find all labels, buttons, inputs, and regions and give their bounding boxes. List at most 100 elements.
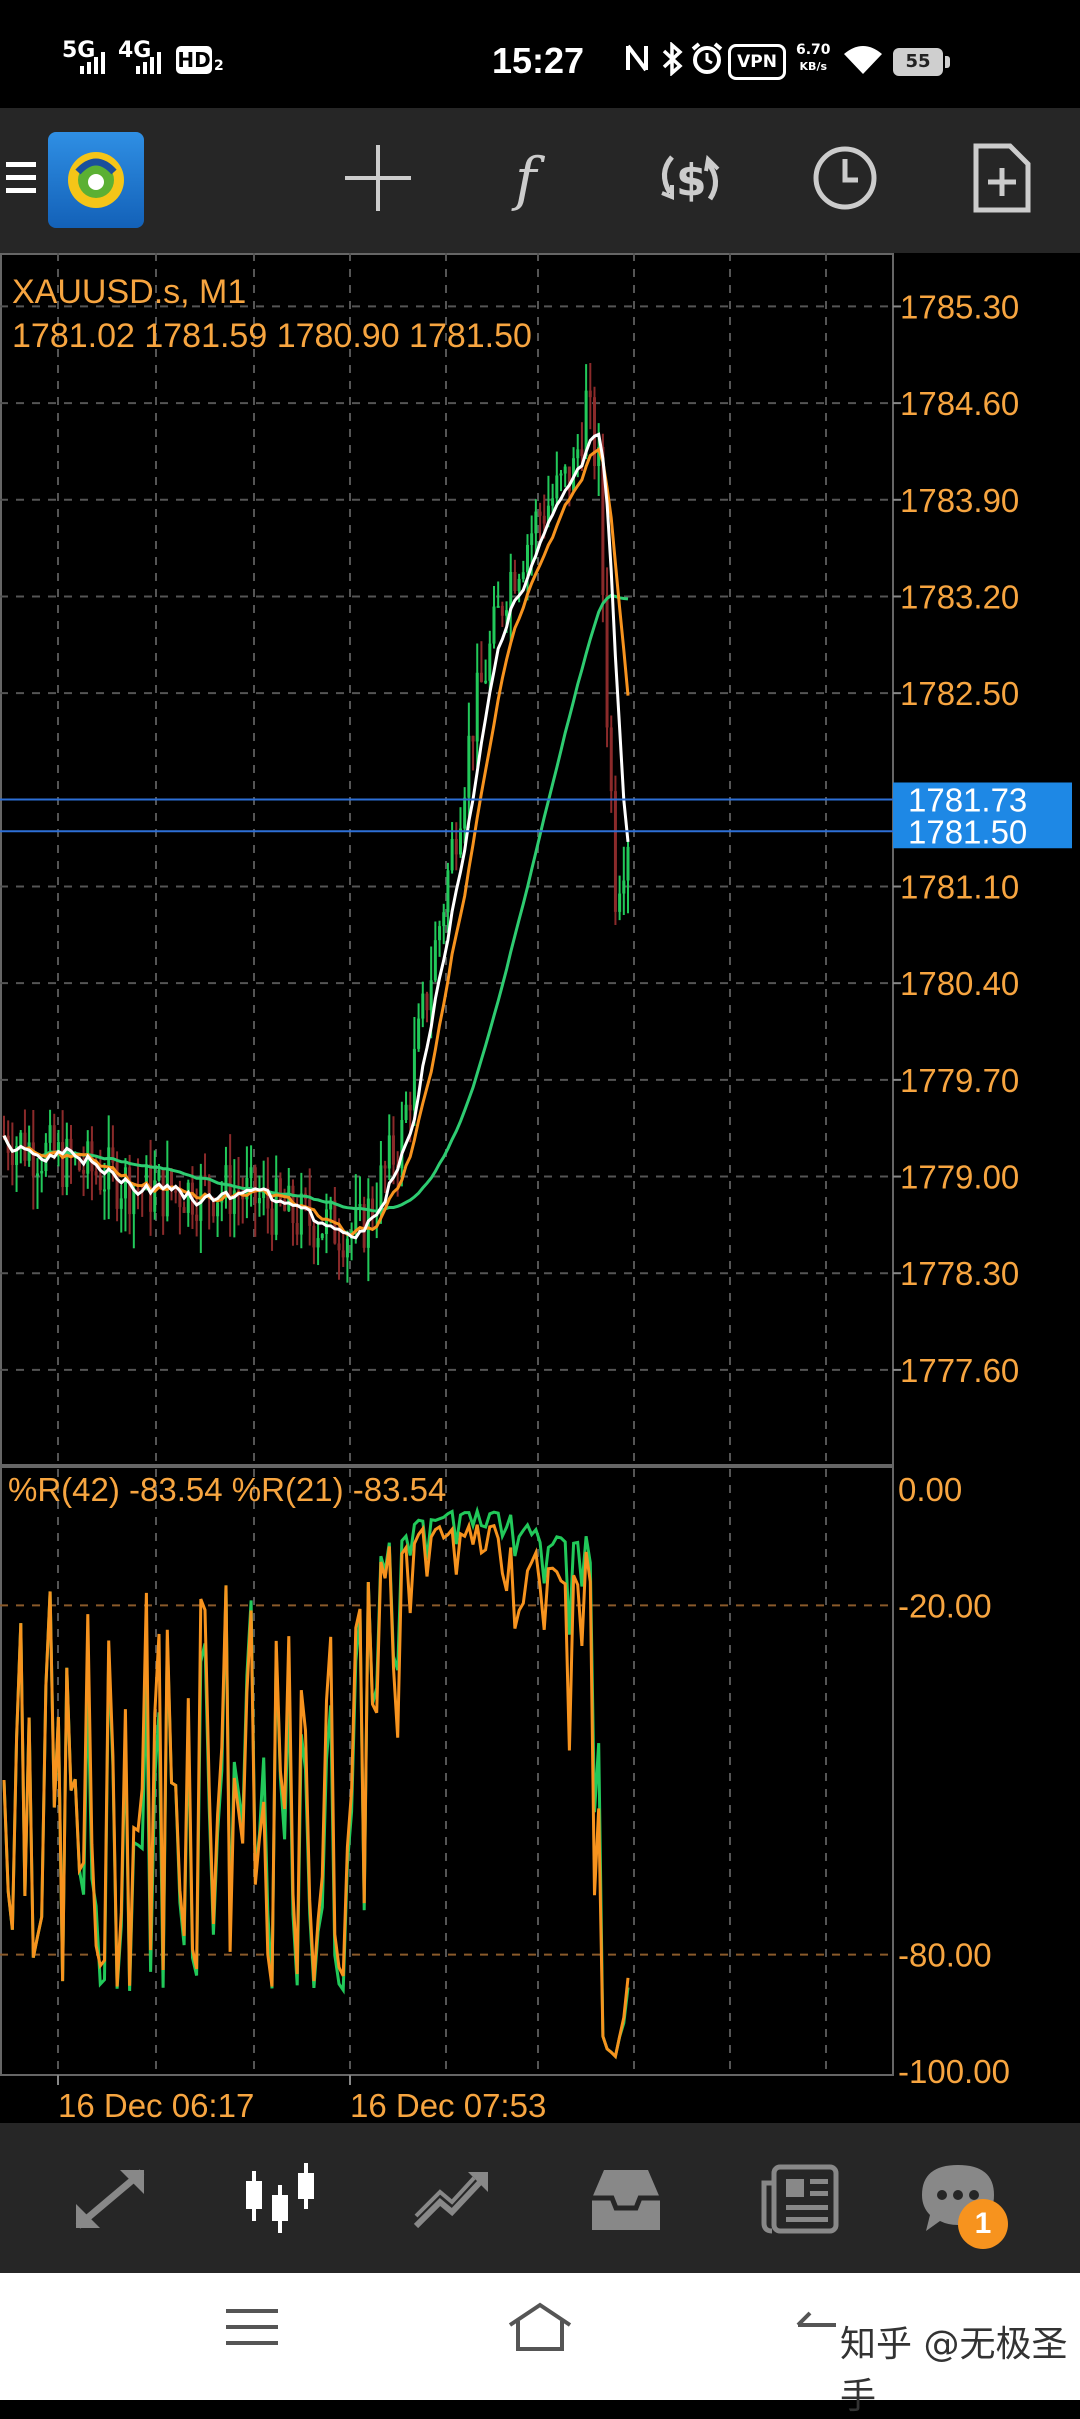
- candle-body: [228, 1165, 232, 1214]
- price-label: 1780.40: [900, 965, 1019, 1002]
- candle-body: [530, 533, 534, 545]
- candle-body: [484, 680, 488, 683]
- candle-body: [299, 1193, 303, 1235]
- candle-body: [253, 1167, 257, 1204]
- candle-body: [622, 880, 626, 894]
- candle-body: [48, 1125, 52, 1143]
- candle-body: [551, 498, 555, 506]
- candle-body: [505, 610, 509, 616]
- indicators-button[interactable]: f: [482, 128, 582, 228]
- candle-body: [36, 1173, 40, 1176]
- price-label: 1779.70: [900, 1062, 1019, 1099]
- candle-body: [82, 1169, 86, 1174]
- home-icon: [508, 2302, 572, 2351]
- wpr-level-label: -80.00: [898, 1937, 992, 1974]
- status-bar: 5G 4G HD 2 15:27 VPN 6.70 KB/s 55: [0, 0, 1080, 108]
- price-label: 1785.30: [900, 288, 1019, 325]
- crosshair-button[interactable]: [328, 128, 428, 228]
- candle-body: [119, 1198, 123, 1209]
- candle-body: [387, 1135, 391, 1169]
- ma-orange-line: [2, 447, 630, 1237]
- signal-icon-2: [136, 52, 161, 74]
- candle-body: [471, 735, 475, 742]
- network-speed: 6.70 KB/s: [796, 42, 831, 73]
- candle-body: [521, 572, 525, 579]
- back-button[interactable]: [792, 2303, 842, 2358]
- candle-body: [257, 1197, 261, 1204]
- recents-icon: [226, 2309, 278, 2345]
- menu-icon: [6, 162, 36, 193]
- candle-body: [592, 397, 596, 467]
- nav-trade[interactable]: [402, 2159, 502, 2239]
- battery-icon: 55: [893, 48, 950, 76]
- news-icon: [761, 2164, 839, 2234]
- candle-body: [31, 1142, 35, 1176]
- nav-chart[interactable]: [230, 2159, 330, 2239]
- watermark: 知乎 @无极圣手: [840, 2324, 1068, 2417]
- messages-badge: 1: [958, 2199, 1008, 2249]
- candle-body: [404, 1104, 408, 1120]
- candle-body: [542, 515, 546, 524]
- candle-body: [161, 1169, 165, 1217]
- trade-icon: [413, 2172, 488, 2229]
- candle-body: [425, 993, 429, 1011]
- chart-canvas[interactable]: 1785.30 1784.60 1783.90 1783.20 1782.50 1781.…: [0, 253, 1080, 2123]
- nav-history[interactable]: [576, 2159, 676, 2239]
- candle-body: [61, 1142, 65, 1188]
- candle-body: [94, 1171, 98, 1176]
- candle-body: [274, 1178, 278, 1235]
- candle-body: [417, 1018, 421, 1049]
- recents-button[interactable]: [222, 2303, 282, 2358]
- hd-sub: 2: [214, 58, 224, 74]
- wpr-level-label: 0.00: [898, 1471, 962, 1508]
- indicators-icon: f: [511, 145, 546, 213]
- candle-body: [391, 1135, 395, 1165]
- wpr-level-label: -20.00: [898, 1587, 992, 1624]
- wifi-icon: [844, 46, 882, 74]
- new-order-button[interactable]: [952, 128, 1052, 228]
- timeframe-button[interactable]: [795, 128, 895, 228]
- candle-body: [580, 449, 584, 457]
- wpr-42-line: [2, 1505, 630, 2060]
- price-label: 1777.60: [900, 1352, 1019, 1389]
- metatrader-logo[interactable]: [48, 132, 144, 228]
- candle-body: [555, 475, 559, 499]
- nav-news[interactable]: [750, 2159, 850, 2239]
- candle-body: [513, 572, 517, 591]
- candle-body: [412, 1048, 416, 1111]
- price-chart[interactable]: 1785.30 1784.60 1783.90 1783.20 1782.50 1781.…: [0, 253, 1080, 2123]
- candle-body: [429, 980, 433, 1011]
- new-order-icon: [973, 143, 1031, 213]
- candle-body: [467, 735, 471, 798]
- wpr-level-label: -100.00: [898, 2053, 1010, 2090]
- candle-body: [450, 839, 454, 871]
- symbol-change-icon: $: [661, 154, 720, 206]
- williams-r-label: %R(42) -83.54 %R(21) -83.54: [8, 1471, 447, 1508]
- nfc-icon: [626, 44, 648, 72]
- candle-body: [576, 449, 580, 459]
- candle-body: [224, 1165, 228, 1195]
- svg-text:f: f: [511, 145, 546, 213]
- chart-toolbar: f $: [0, 108, 1080, 253]
- candle-body: [345, 1238, 349, 1258]
- history-icon: [592, 2170, 660, 2230]
- home-button[interactable]: [504, 2299, 576, 2360]
- candle-body: [165, 1169, 169, 1217]
- nav-quotes[interactable]: [60, 2159, 160, 2239]
- symbol-change-button[interactable]: $: [640, 128, 740, 228]
- vpn-badge: VPN: [728, 44, 786, 80]
- candle-body: [270, 1208, 274, 1235]
- candle-body: [588, 390, 592, 398]
- candle-body: [383, 1165, 387, 1169]
- candle-body: [341, 1250, 345, 1258]
- candle-body: [563, 466, 567, 474]
- candle-body: [316, 1238, 320, 1248]
- candle-body: [488, 643, 492, 681]
- price-label: 1779.00: [900, 1159, 1019, 1196]
- candle-body: [613, 791, 617, 912]
- candle-body: [559, 473, 563, 476]
- candle-body: [337, 1243, 341, 1251]
- candle-body: [525, 544, 529, 573]
- candle-body: [605, 594, 609, 728]
- candle-body: [433, 940, 437, 981]
